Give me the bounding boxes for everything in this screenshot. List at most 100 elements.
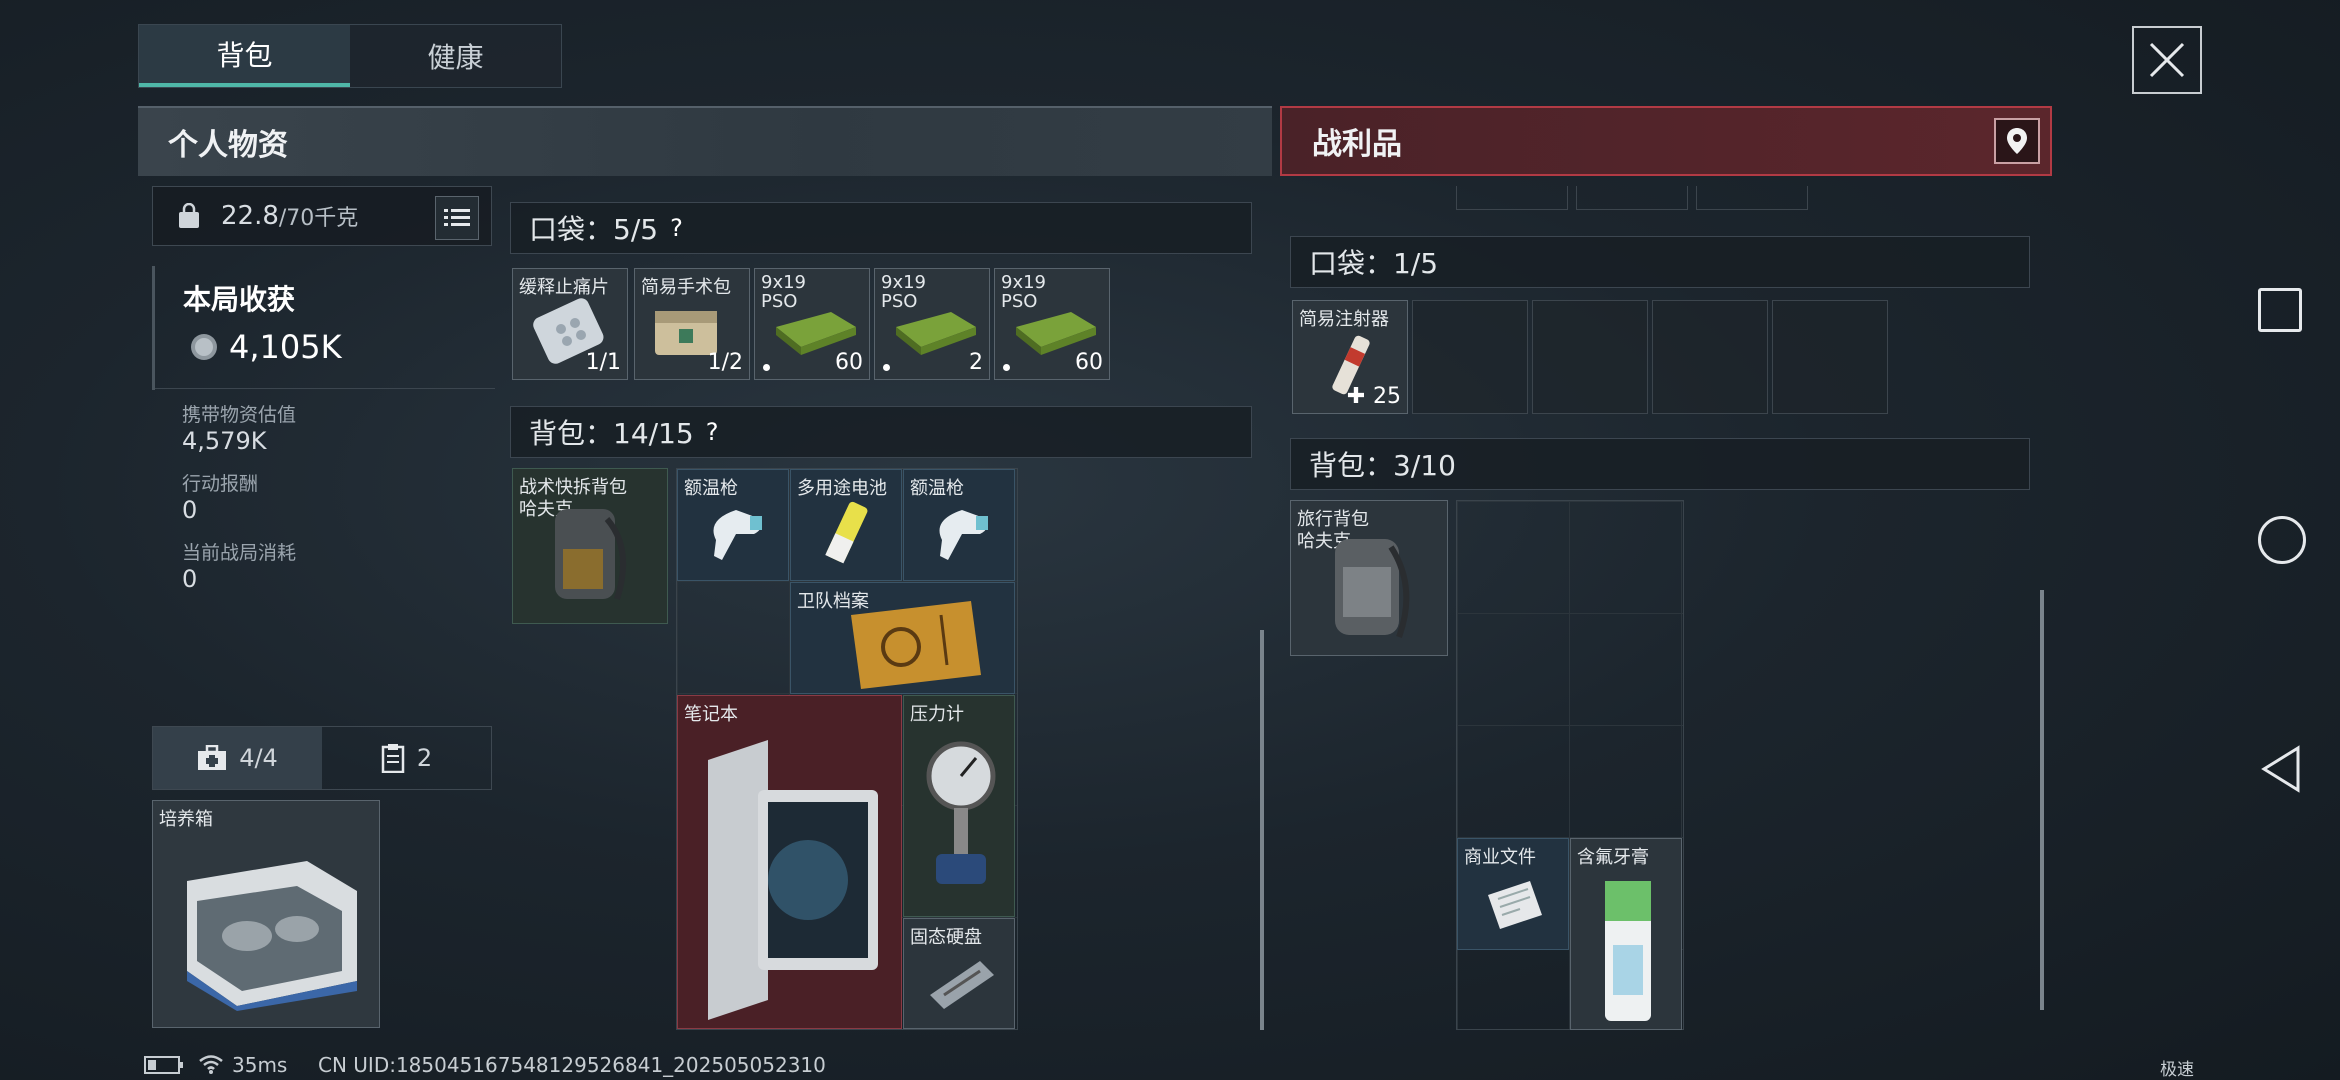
tab-health[interactable]: 健康 <box>350 25 561 87</box>
tab-secure-case[interactable]: 4/4 <box>153 727 322 789</box>
stat-label-reward: 行动报酬 <box>182 473 259 495</box>
loot-location-button[interactable] <box>1994 118 2040 164</box>
item-qty: 60 <box>835 350 863 375</box>
harvest-title: 本局收获 <box>183 283 296 316</box>
empty-slot[interactable] <box>1772 300 1888 414</box>
weight-value: 22.8 <box>221 201 279 231</box>
thermometer-gun-icon <box>713 510 762 560</box>
item-qty: 2 <box>969 350 983 375</box>
stat-label-value-estimate: 携带物资估值 <box>182 404 297 426</box>
stat-value-cost: 0 <box>182 565 198 593</box>
stats-list: 携带物资估值 4,579K 行动报酬 0 当前战局消耗 0 <box>182 400 522 607</box>
close-icon <box>2149 42 2185 78</box>
left-pocket-label: 口袋：5/5 <box>529 213 659 246</box>
item-name: 培养箱 <box>159 809 213 830</box>
clipboard-icon <box>381 744 405 773</box>
pocket-item-painkiller[interactable]: 缓释止痛片 1/1 <box>512 268 628 380</box>
pocket-item-surgery-kit[interactable]: 简易手术包 1/2 <box>634 268 750 380</box>
loot-header: 战利品 <box>1280 106 2052 176</box>
weight-icon <box>179 203 199 228</box>
bullet-indicator <box>763 364 770 371</box>
item-name: 简易手术包 <box>641 277 731 298</box>
backpack-item-guard-archive[interactable]: 卫队档案 <box>790 582 1015 694</box>
item-name: 9x19 PSO <box>881 272 927 312</box>
item-name: 9x19 PSO <box>1001 272 1047 312</box>
weight-indicator: 22.8 /70千克 <box>152 186 492 246</box>
backpack-item-ssd[interactable]: 固态硬盘 <box>903 918 1015 1029</box>
uid-text: CN UID:185045167548129526841_20250505231… <box>318 1053 826 1077</box>
item-name: 简易注射器 <box>1299 309 1389 330</box>
speed-mode-label: 极速 <box>2160 1060 2194 1080</box>
empty-slot[interactable] <box>1532 300 1648 414</box>
pocket-item-ammo[interactable]: 9x19 PSO 60 <box>994 268 1110 380</box>
tab-backpack[interactable]: 背包 <box>139 25 350 87</box>
backpack-item-battery[interactable]: 多用途电池 <box>790 469 902 581</box>
item-qty: ✚ 25 <box>1347 384 1401 409</box>
loot-backpack[interactable]: 旅行背包 哈夫克 <box>1290 500 1448 656</box>
ssd-icon <box>930 961 994 1009</box>
pocket-item-ammo[interactable]: 9x19 PSO 2 <box>874 268 990 380</box>
back-icon[interactable] <box>2258 744 2304 794</box>
close-button[interactable] <box>2132 26 2202 94</box>
empty-slot[interactable] <box>1456 186 1568 210</box>
incubator-item[interactable]: 培养箱 <box>152 800 380 1028</box>
backpack-item-thermometer[interactable]: 额温枪 <box>903 469 1015 581</box>
equipped-backpack[interactable]: 战术快拆背包 哈夫克 <box>512 468 668 624</box>
document-icon <box>1488 881 1542 929</box>
item-qty-value: 25 <box>1373 384 1401 409</box>
left-backpack-header: 背包：14/15 ? <box>510 406 1252 458</box>
left-pocket-header: 口袋：5/5 ? <box>510 202 1252 254</box>
backpack-item-thermometer[interactable]: 额温枪 <box>677 469 789 581</box>
incubator-icon <box>187 861 357 1011</box>
secure-container-tabs: 4/4 2 <box>152 726 492 790</box>
home-icon[interactable] <box>2258 516 2306 564</box>
backpack-item-pressure-gauge[interactable]: 压力计 <box>903 695 1015 917</box>
help-icon[interactable]: ? <box>706 418 719 446</box>
right-pocket-header: 口袋：1/5 <box>1290 236 2030 288</box>
medkit-icon <box>198 745 227 770</box>
item-name: 额温枪 <box>684 478 738 499</box>
thermometer-gun-icon <box>939 510 988 560</box>
left-scrollbar[interactable] <box>1260 630 1264 1030</box>
loot-item-toothpaste[interactable]: 含氟牙膏 <box>1570 838 1682 1030</box>
sort-list-button[interactable] <box>435 196 479 240</box>
item-name: 含氟牙膏 <box>1577 847 1649 868</box>
toothpaste-icon <box>1605 881 1651 1021</box>
coin-icon <box>191 334 217 360</box>
empty-slot[interactable] <box>1576 186 1688 210</box>
empty-slot[interactable] <box>1696 186 1808 210</box>
plus-icon: ✚ <box>1346 384 1373 409</box>
secure-case-count: 4/4 <box>239 744 278 772</box>
item-name: 缓释止痛片 <box>519 277 609 298</box>
help-icon[interactable]: ? <box>670 214 683 242</box>
harvest-value-row: 4,105K <box>189 328 342 366</box>
bullet-indicator <box>883 364 890 371</box>
tab-clipboard[interactable]: 2 <box>322 727 491 789</box>
item-qty: 60 <box>1075 350 1103 375</box>
pocket-item-ammo[interactable]: 9x19 PSO 60 <box>754 268 870 380</box>
empty-slot[interactable] <box>1412 300 1528 414</box>
empty-slot[interactable] <box>1652 300 1768 414</box>
battery-icon <box>825 501 868 564</box>
inventory-tabs: 背包 健康 <box>138 24 562 88</box>
loot-header-title: 战利品 <box>1312 127 1402 162</box>
backpack-item-laptop[interactable]: 笔记本 <box>677 695 902 1029</box>
loot-item-injector[interactable]: 简易注射器 ✚ 25 <box>1292 300 1408 414</box>
stat-label-cost: 当前战局消耗 <box>182 542 297 564</box>
stat-value-estimate: 4,579K <box>182 427 267 455</box>
folder-icon <box>851 601 981 689</box>
weight-limit: /70千克 <box>278 206 359 231</box>
location-pin-icon <box>2007 128 2027 154</box>
loot-item-business-docs[interactable]: 商业文件 <box>1457 838 1569 950</box>
left-backpack-label: 背包：14/15 <box>529 417 694 450</box>
recent-apps-icon[interactable] <box>2258 288 2302 332</box>
ammo-box-icon <box>896 312 976 355</box>
right-scrollbar[interactable] <box>2040 590 2044 1010</box>
battery-status-icon <box>144 1056 183 1074</box>
item-qty: 1/2 <box>707 350 743 375</box>
item-name: 额温枪 <box>910 478 964 499</box>
harvest-value: 4,105K <box>229 328 342 366</box>
harvest-panel: 本局收获 4,105K <box>152 266 494 390</box>
pressure-gauge-icon <box>926 741 996 884</box>
clipboard-count: 2 <box>416 744 433 772</box>
